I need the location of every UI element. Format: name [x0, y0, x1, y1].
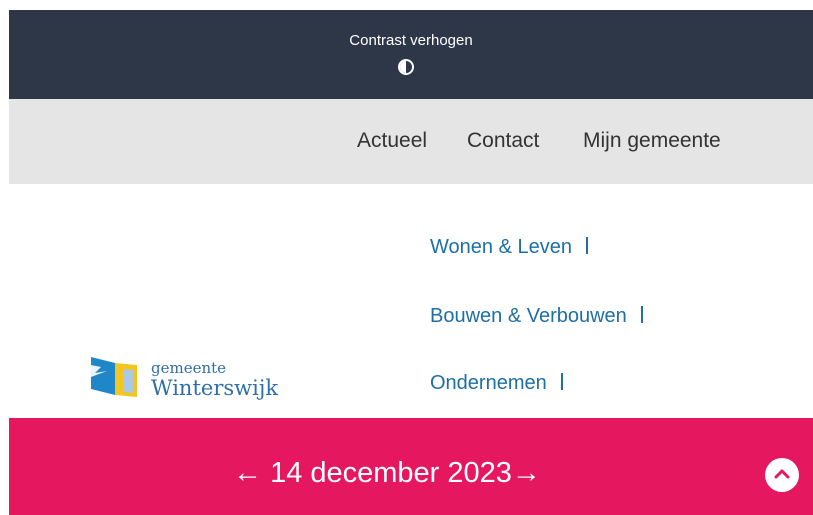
separator [585, 237, 588, 254]
logo-line-1: gemeente [151, 359, 227, 377]
nav-link-mijn-gemeente[interactable]: Mijn gemeente [583, 129, 721, 153]
next-date-button[interactable]: → [512, 457, 541, 490]
menu-label: Ondernemen [430, 372, 547, 394]
separator [640, 306, 643, 323]
contrast-toggle[interactable]: Contrast verhogen [9, 10, 813, 99]
date-banner: ← 14 december 2023→ [9, 418, 813, 515]
date-label: 14 december 2023 [270, 457, 512, 489]
service-nav: Actueel Contact Mijn gemeente [9, 99, 813, 184]
logo-line-2: Winterswijk [151, 376, 279, 400]
contrast-label: Contrast verhogen [349, 32, 473, 49]
menu-label: Bouwen & Verbouwen [430, 305, 627, 327]
scroll-top-button[interactable] [765, 458, 799, 492]
logo-flag-icon [91, 357, 137, 397]
menu-item-bouwen-verbouwen[interactable]: Bouwen & Verbouwen [430, 305, 643, 328]
page-frame: Contrast verhogen Actueel Contact Mijn g… [9, 10, 813, 515]
menu-item-ondernemen[interactable]: Ondernemen [430, 372, 563, 395]
nav-link-contact[interactable]: Contact [467, 129, 539, 153]
separator [560, 373, 563, 390]
logo[interactable]: gemeente Winterswijk [89, 355, 309, 415]
nav-link-actueel[interactable]: Actueel [357, 129, 427, 153]
date-navigator: ← 14 december 2023→ [233, 457, 541, 490]
menu-label: Wonen & Leven [430, 236, 572, 258]
menu-item-wonen-leven[interactable]: Wonen & Leven [430, 236, 588, 259]
chevron-up-icon [774, 469, 790, 479]
contrast-icon[interactable] [398, 59, 414, 75]
prev-date-button[interactable]: ← [233, 457, 262, 490]
